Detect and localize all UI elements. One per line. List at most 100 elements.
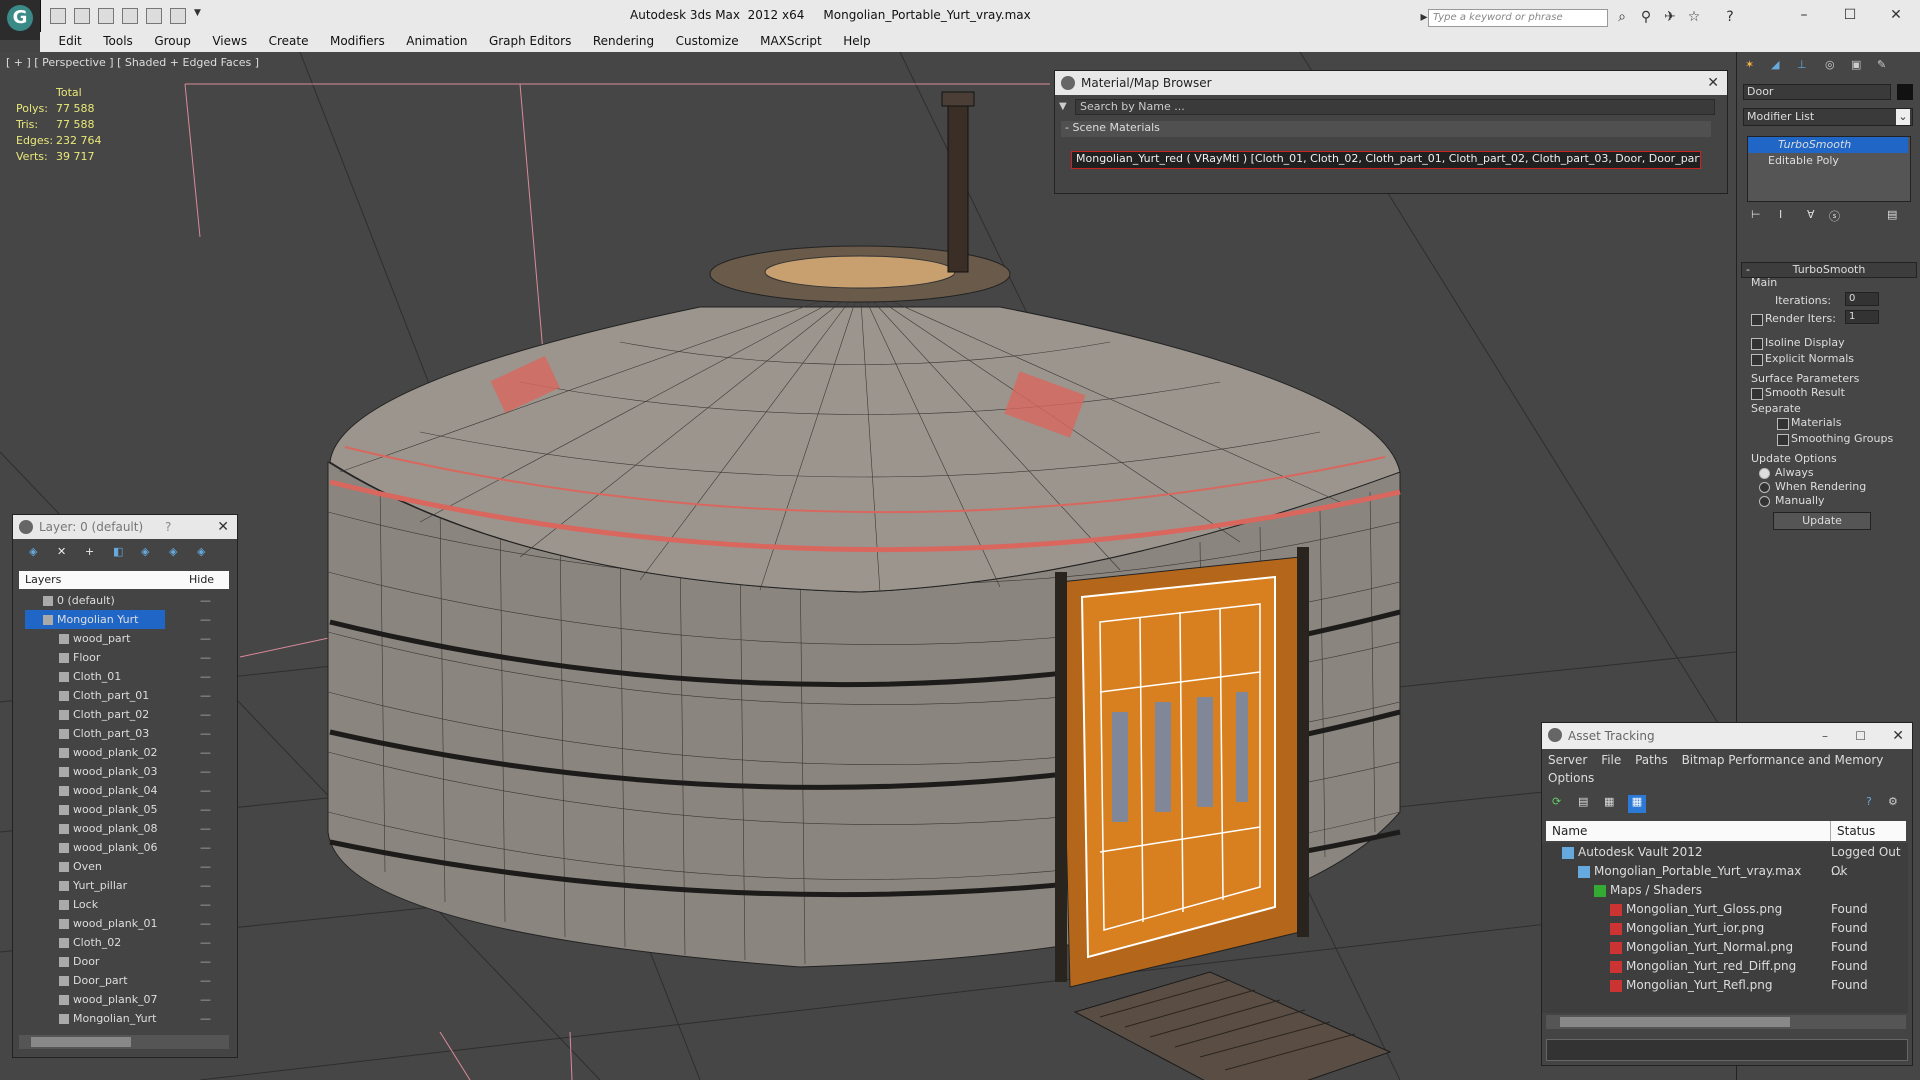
menu-file[interactable]: File <box>1601 753 1621 767</box>
update-button[interactable]: Update <box>1773 512 1871 530</box>
render-iters-checkbox[interactable] <box>1751 314 1763 326</box>
hide-toggle[interactable]: — <box>200 724 211 743</box>
layer-row[interactable]: Door_part — <box>25 971 215 990</box>
layer-row[interactable]: Floor — <box>25 648 215 667</box>
col-name[interactable]: Name <box>1546 824 1587 838</box>
asset-row[interactable]: Mongolian_Yurt_red_Diff.png Found <box>1546 957 1906 976</box>
favorites-star-icon[interactable]: ☆ <box>1686 9 1702 25</box>
freeze-all-icon[interactable]: ◈ <box>197 545 205 558</box>
pin-stack-icon[interactable]: ⊢ <box>1751 208 1761 221</box>
menu-views[interactable]: Views <box>203 32 256 50</box>
make-unique-icon[interactable]: ∀ <box>1807 208 1815 221</box>
isoline-display-checkbox[interactable] <box>1751 338 1763 350</box>
col-layers[interactable]: Layers <box>19 573 61 586</box>
asset-row[interactable]: Mongolian_Yurt_Gloss.png Found <box>1546 900 1906 919</box>
layer-row[interactable]: wood_plank_02 — <box>25 743 215 762</box>
filter-dropdown-icon[interactable]: ▼ <box>1059 101 1067 112</box>
asset-row[interactable]: Mongolian_Portable_Yurt_vray.max Ok <box>1546 862 1906 881</box>
subscription-icon[interactable]: ⚲ <box>1638 9 1654 25</box>
menu-maxscript[interactable]: MAXScript <box>751 32 831 50</box>
modifier-list-dropdown[interactable]: Modifier List ⌄ <box>1743 108 1913 126</box>
hide-toggle[interactable]: — <box>200 933 211 952</box>
iterations-spinner[interactable]: 0 <box>1845 292 1879 306</box>
hide-toggle[interactable]: — <box>200 971 211 990</box>
binoculars-icon[interactable]: ⌕ <box>1614 9 1630 25</box>
motion-tab-icon[interactable]: ◎ <box>1825 58 1835 71</box>
minimize-icon[interactable]: – <box>1822 723 1828 749</box>
refresh-icon[interactable]: ⟳ <box>1552 795 1561 808</box>
maximize-button[interactable]: ☐ <box>1830 4 1870 26</box>
layer-row[interactable]: Mongolian Yurt — <box>25 610 211 629</box>
menu-customize[interactable]: Customize <box>667 32 748 50</box>
layer-row[interactable]: wood_part — <box>25 629 215 648</box>
layer-row[interactable]: Mongolian_Yurt — <box>25 1009 215 1028</box>
scroll-thumb[interactable] <box>31 1037 131 1047</box>
hide-toggle[interactable]: — <box>200 838 211 857</box>
undo-icon[interactable] <box>122 8 138 24</box>
show-end-result-icon[interactable]: Ⅰ <box>1779 208 1782 221</box>
layer-row[interactable]: Door — <box>25 952 215 971</box>
menu-modifiers[interactable]: Modifiers <box>321 32 394 50</box>
asset-scrollbar[interactable] <box>1546 1015 1906 1029</box>
layers-scrollbar[interactable] <box>19 1035 229 1049</box>
layer-row[interactable]: Lock — <box>25 895 215 914</box>
menu-edit[interactable]: Edit <box>50 32 91 50</box>
viewport-label[interactable]: [ + ] [ Perspective ] [ Shaded + Edged F… <box>6 56 259 69</box>
communication-icon[interactable]: ✈ <box>1662 9 1678 25</box>
layers-help[interactable]: ? <box>165 515 171 539</box>
layers-titlebar[interactable]: Layer: 0 (default) ? ✕ <box>13 515 237 539</box>
scroll-thumb[interactable] <box>1560 1017 1790 1027</box>
create-layer-icon[interactable]: ◈ <box>29 545 37 558</box>
hide-toggle[interactable]: — <box>200 610 211 629</box>
select-objects-icon[interactable]: ◧ <box>113 545 123 558</box>
hide-toggle[interactable]: — <box>200 705 211 724</box>
object-name-field[interactable]: Door <box>1743 84 1891 100</box>
menu-bitmap-performance[interactable]: Bitmap Performance and Memory <box>1682 753 1884 767</box>
hide-all-icon[interactable]: ◈ <box>169 545 177 558</box>
hide-toggle[interactable]: — <box>200 876 211 895</box>
layer-row[interactable]: Cloth_part_03 — <box>25 724 215 743</box>
delete-layer-icon[interactable]: ✕ <box>57 545 66 558</box>
menu-create[interactable]: Create <box>260 32 318 50</box>
stack-item-editable-poly[interactable]: Editable Poly <box>1748 153 1908 169</box>
asset-row[interactable]: Mongolian_Yurt_Refl.png Found <box>1546 976 1906 995</box>
stack-item-turbosmooth[interactable]: TurboSmooth <box>1748 137 1908 153</box>
layer-row[interactable]: Cloth_02 — <box>25 933 215 952</box>
smoothing-groups-checkbox[interactable] <box>1777 434 1789 446</box>
close-icon[interactable]: ✕ <box>1707 71 1719 95</box>
highlight-layer-icon[interactable]: ◈ <box>141 545 149 558</box>
remove-modifier-icon[interactable]: ⓢ <box>1829 208 1840 224</box>
asset-row[interactable]: Mongolian_Yurt_ior.png Found <box>1546 919 1906 938</box>
materials-checkbox[interactable] <box>1777 418 1789 430</box>
layer-row[interactable]: 0 (default) — <box>25 591 215 610</box>
help-icon[interactable]: ? <box>1866 795 1872 808</box>
hide-toggle[interactable]: — <box>200 591 211 610</box>
help-icon[interactable]: ? <box>1722 9 1738 25</box>
list-view-icon[interactable]: ▤ <box>1578 795 1588 808</box>
hide-toggle[interactable]: — <box>200 667 211 686</box>
explicit-normals-checkbox[interactable] <box>1751 354 1763 366</box>
display-tab-icon[interactable]: ▣ <box>1851 58 1861 71</box>
menu-graph-editors[interactable]: Graph Editors <box>480 32 580 50</box>
smooth-result-checkbox[interactable] <box>1751 388 1763 400</box>
menu-options[interactable]: Options <box>1548 771 1594 785</box>
create-tab-icon[interactable]: ✶ <box>1745 58 1754 71</box>
thumbnail-view-icon[interactable]: ▦ <box>1604 795 1614 808</box>
configure-sets-icon[interactable]: ▤ <box>1887 208 1897 221</box>
material-entry[interactable]: Mongolian_Yurt_red ( VRayMtl ) [Cloth_01… <box>1071 151 1701 169</box>
perspective-viewport[interactable]: [ + ] [ Perspective ] [ Shaded + Edged F… <box>0 52 1736 1080</box>
hide-toggle[interactable]: — <box>200 762 211 781</box>
layer-row[interactable]: Yurt_pillar — <box>25 876 215 895</box>
hide-toggle[interactable]: — <box>200 895 211 914</box>
settings-icon[interactable]: ⚙ <box>1888 795 1898 808</box>
when-rendering-radio[interactable] <box>1759 482 1770 493</box>
layer-row[interactable]: wood_plank_03 — <box>25 762 215 781</box>
layer-row[interactable]: Cloth_part_02 — <box>25 705 215 724</box>
menu-paths[interactable]: Paths <box>1635 753 1668 767</box>
table-view-icon[interactable]: ▦ <box>1628 795 1646 813</box>
layer-row[interactable]: Cloth_part_01 — <box>25 686 215 705</box>
project-folder-icon[interactable] <box>170 8 186 24</box>
col-status[interactable]: Status <box>1830 821 1875 841</box>
menu-help[interactable]: Help <box>834 32 879 50</box>
layer-row[interactable]: wood_plank_04 — <box>25 781 215 800</box>
